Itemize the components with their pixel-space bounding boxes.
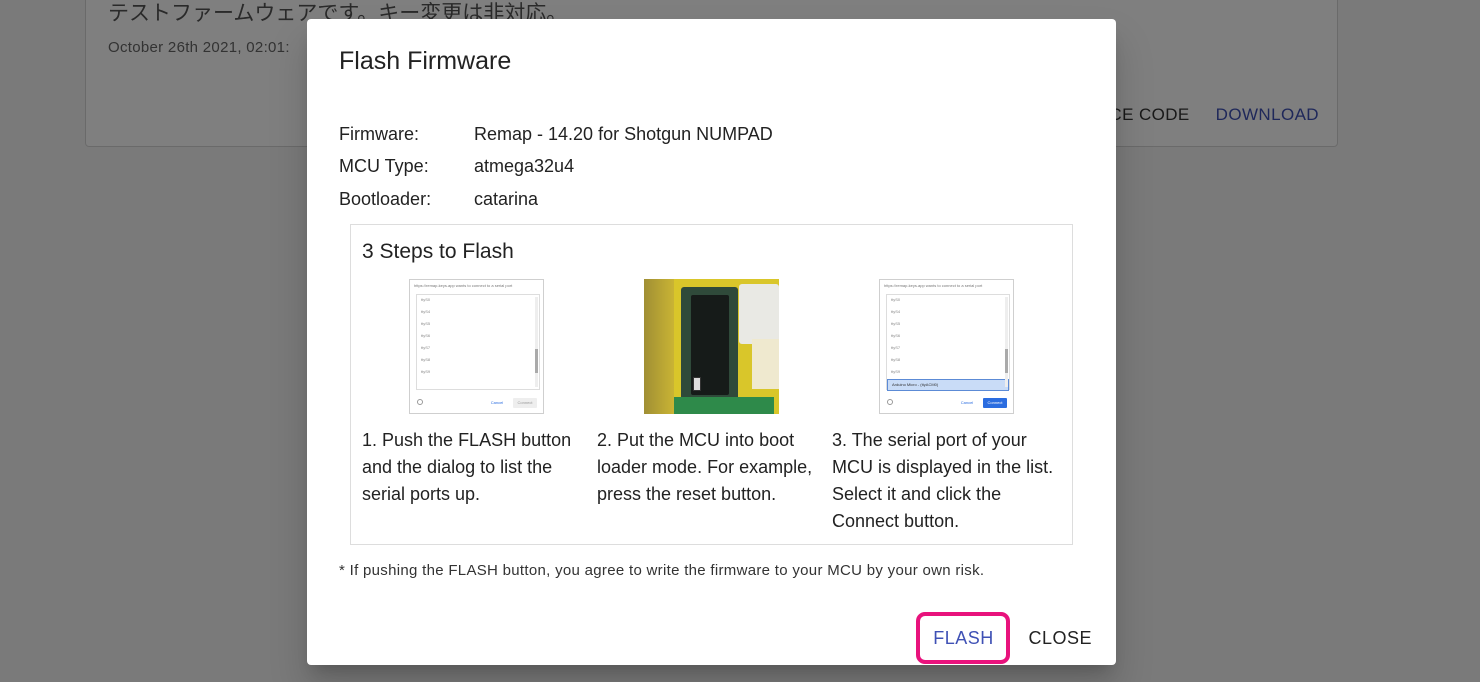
steps-panel: 3 Steps to Flash https://remap-keys.app … <box>350 224 1073 545</box>
help-icon <box>887 399 893 405</box>
step-text: 1. Push the FLASH button and the dialog … <box>362 430 572 504</box>
thumb-port: ttyS5 <box>891 321 901 326</box>
step-2: 2. Put the MCU into boot loader mode. Fo… <box>597 279 832 508</box>
thumb-port-selected: Arduino Micro - (ttyACM0) <box>887 379 1009 391</box>
dialog-actions: FLASH CLOSE <box>916 612 1094 664</box>
thumb-connect: Connect <box>983 398 1007 408</box>
steps-title: 3 Steps to Flash <box>362 240 514 263</box>
thumb-port: ttyS6 <box>891 333 901 338</box>
thumb-port: ttyS8 <box>891 357 901 362</box>
close-button[interactable]: CLOSE <box>1026 620 1094 656</box>
info-value: Remap - 14.20 for Shotgun NUMPAD <box>474 123 773 144</box>
serial-port-dialog-image: https://remap-keys.app wants to connect … <box>409 279 544 414</box>
info-row-firmware: Firmware: Remap - 14.20 for Shotgun NUMP… <box>339 118 773 151</box>
info-row-mcu-type: MCU Type: atmega32u4 <box>339 151 773 184</box>
thumb-port: ttyS9 <box>421 369 431 374</box>
thumb-port: ttyS7 <box>421 345 431 350</box>
thumb-cancel: Cancel <box>960 400 974 405</box>
risk-note: * If pushing the FLASH button, you agree… <box>339 562 985 579</box>
info-value: catarina <box>474 188 539 209</box>
help-icon <box>417 399 423 405</box>
thumb-scrollbar <box>1005 297 1008 387</box>
info-label: Firmware: <box>339 123 419 144</box>
thumb-port: ttyS5 <box>421 321 431 326</box>
thumb-port: ttyS6 <box>421 333 431 338</box>
thumb-port: ttyS0 <box>891 297 901 302</box>
thumb-port: ttyS0 <box>421 297 431 302</box>
thumb-port: ttyS9 <box>891 369 901 374</box>
reset-button-icon <box>693 377 701 391</box>
thumb-port-list: ttyS0 ttyS4 ttyS5 ttyS6 ttyS7 ttyS8 ttyS… <box>416 294 540 390</box>
step-3: https://remap-keys.app wants to connect … <box>832 279 1067 535</box>
thumb-port-list: ttyS0 ttyS4 ttyS5 ttyS6 ttyS7 ttyS8 ttyS… <box>886 294 1010 391</box>
info-value: atmega32u4 <box>474 156 575 177</box>
thumb-header: https://remap-keys.app wants to connect … <box>884 283 983 288</box>
thumb-port: ttyS7 <box>891 345 901 350</box>
thumb-connect: Connect <box>513 398 537 408</box>
thumb-cancel: Cancel <box>490 400 504 405</box>
thumb-header: https://remap-keys.app wants to connect … <box>414 283 513 288</box>
thumb-port: ttyS8 <box>421 357 431 362</box>
flash-firmware-dialog: Flash Firmware Firmware: Remap - 14.20 f… <box>307 19 1116 665</box>
info-label: Bootloader: <box>339 188 432 209</box>
info-row-bootloader: Bootloader: catarina <box>339 183 773 216</box>
info-label: MCU Type: <box>339 156 429 177</box>
firmware-info: Firmware: Remap - 14.20 for Shotgun NUMP… <box>339 118 773 216</box>
dialog-title: Flash Firmware <box>339 47 512 75</box>
thumb-port: ttyS4 <box>891 309 901 314</box>
thumb-scrollbar <box>535 297 538 387</box>
step-text: 2. Put the MCU into boot loader mode. Fo… <box>597 430 813 504</box>
mcu-board-photo <box>644 279 779 414</box>
thumb-port: ttyS4 <box>421 309 431 314</box>
flash-button[interactable]: FLASH <box>916 612 1011 664</box>
step-1: https://remap-keys.app wants to connect … <box>362 279 597 508</box>
serial-port-selected-image: https://remap-keys.app wants to connect … <box>879 279 1014 414</box>
step-text: 3. The serial port of your MCU is displa… <box>832 430 1054 531</box>
